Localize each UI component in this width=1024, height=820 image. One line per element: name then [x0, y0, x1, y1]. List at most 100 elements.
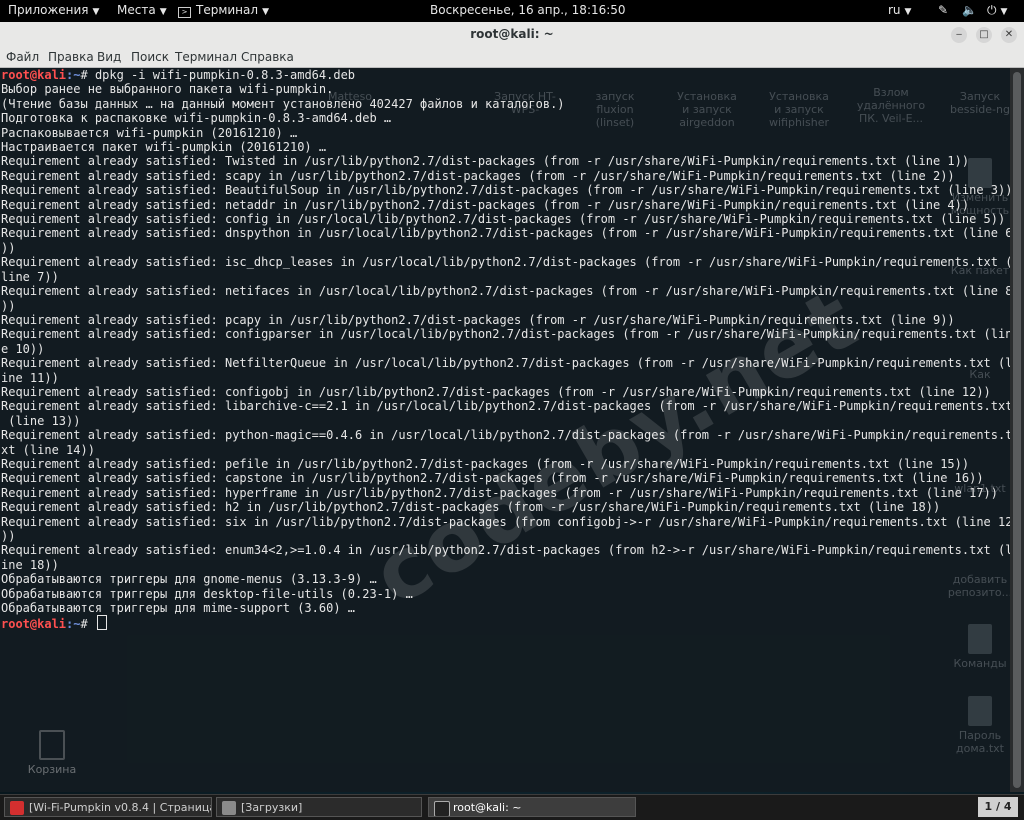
file-icon: [968, 696, 992, 726]
terminal-line: Настраивается пакет wifi-pumpkin (201612…: [1, 140, 327, 155]
prompt-symbol: #: [80, 617, 95, 632]
terminal-line: Распаковывается wifi-pumpkin (20161210) …: [1, 125, 298, 140]
terminal-line: Requirement already satisfied: pefile in…: [1, 456, 970, 471]
terminal-line: )): [1, 529, 16, 543]
places-label: Места: [117, 3, 156, 17]
terminal-output[interactable]: Matteso Запуск HT-WPS- запуск fluxion (l…: [0, 68, 1010, 792]
command-line: root@kali:~# dpkg -i wifi-pumpkin-0.8.3-…: [1, 68, 1010, 82]
terminal-line: xt (line 14)): [1, 442, 95, 457]
caret-down-icon: ▼: [159, 7, 167, 17]
terminal-scrollbar[interactable]: [1010, 68, 1024, 792]
prompt-path: :~: [66, 68, 81, 82]
terminal-line: Requirement already satisfied: six in /u…: [1, 514, 1010, 529]
taskbar-item-label: [Загрузки]: [241, 801, 303, 814]
taskbar-item-files[interactable]: [Загрузки]: [216, 797, 422, 817]
terminal-line: Requirement already satisfied: netifaces…: [1, 284, 1010, 299]
prompt-user: root@kali: [1, 617, 67, 632]
terminal-line: Выбор ранее не выбранного пакета wifi-pu…: [1, 82, 334, 97]
folder-icon: [222, 801, 236, 815]
command-text: dpkg -i wifi-pumpkin-0.8.3-amd64.deb: [94, 68, 356, 82]
prompt-path: :~: [66, 617, 81, 632]
minimize-button[interactable]: ‒: [951, 27, 967, 43]
terminal-icon: [434, 801, 450, 816]
trash-desktop-icon[interactable]: Корзина: [24, 730, 80, 776]
applications-menu[interactable]: Приложения ▼: [8, 3, 99, 17]
pencil-icon[interactable]: ✎: [938, 3, 948, 17]
top-panel: Приложения ▼ Места ▼ > Терминал ▼ Воскресень…: [0, 0, 1024, 22]
scrollbar-thumb[interactable]: [1013, 72, 1021, 788]
terminal-line: Обрабатываются триггеры для gnome-menus …: [1, 572, 377, 587]
terminal-line: (Чтение базы данных … на данный момент у…: [1, 96, 565, 111]
trash-label: Корзина: [27, 763, 77, 776]
terminal-line: Обрабатываются триггеры для desktop-file…: [1, 586, 413, 601]
caret-down-icon: ▼: [1000, 7, 1008, 17]
prompt-user: root@kali: [1, 68, 67, 82]
applications-label: Приложения: [8, 3, 89, 17]
terminal-cursor: [96, 615, 107, 631]
layout-label: ru: [888, 3, 901, 17]
terminal-line: Requirement already satisfied: Netfilter…: [1, 356, 1010, 371]
terminal-line: ine 18)): [1, 557, 59, 572]
taskbar-item-label: [Wi-Fi-Pumpkin v0.8.4 | Страница ...: [29, 801, 212, 814]
active-app-label: Терминал: [196, 3, 259, 17]
menu-file[interactable]: Файл: [6, 50, 39, 64]
taskbar-item-terminal[interactable]: root@kali: ~: [428, 797, 636, 817]
menu-bar: Файл Правка Вид Поиск Терминал Справка: [0, 48, 1024, 68]
terminal-line: Requirement already satisfied: netaddr i…: [1, 197, 970, 212]
caret-down-icon: ▼: [262, 7, 269, 17]
current-prompt: root@kali:~#: [1, 615, 1010, 631]
window-titlebar[interactable]: root@kali: ~ ‒ □ ✕: [0, 22, 1024, 49]
terminal-line: Requirement already satisfied: python-ma…: [1, 428, 1010, 443]
terminal-line: Requirement already satisfied: configobj…: [1, 384, 991, 399]
caret-down-icon: ▼: [904, 7, 912, 17]
power-icon[interactable]: ⏻ ▼: [987, 3, 1007, 18]
terminal-line: Requirement already satisfied: scapy in …: [1, 168, 955, 183]
desktop-file-icon: Пароль дома.txt: [945, 696, 1010, 755]
terminal-line: Requirement already satisfied: configpar…: [1, 327, 1010, 342]
desktop-icon-label: Пароль дома.txt: [955, 729, 1004, 755]
terminal-line: Requirement already satisfied: Twisted i…: [1, 154, 970, 169]
caret-down-icon: ▼: [92, 7, 100, 17]
terminal-line: Requirement already satisfied: Beautiful…: [1, 183, 1010, 198]
terminal-window[interactable]: root@kali: ~ ‒ □ ✕ Файл Правка Вид Поиск…: [0, 22, 1024, 792]
taskbar-item-label: root@kali: ~: [453, 801, 522, 814]
terminal-app-icon: >: [178, 7, 191, 18]
terminal-line: Requirement already satisfied: dnspython…: [1, 226, 1010, 241]
taskbar: [Wi-Fi-Pumpkin v0.8.4 | Страница ... [За…: [0, 794, 1024, 820]
menu-search[interactable]: Поиск: [131, 50, 169, 64]
menu-view[interactable]: Вид: [97, 50, 121, 64]
terminal-text: root@kali:~# dpkg -i wifi-pumpkin-0.8.3-…: [1, 68, 1010, 632]
terminal-line: e 10)): [1, 341, 45, 356]
terminal-line: )): [1, 298, 16, 313]
terminal-line: Requirement already satisfied: libarchiv…: [1, 399, 1010, 414]
terminal-line: Requirement already satisfied: config in…: [1, 212, 1006, 227]
terminal-line: )): [1, 240, 16, 255]
window-title: root@kali: ~: [470, 27, 554, 41]
terminal-line: Requirement already satisfied: enum34<2,…: [1, 543, 1010, 558]
volume-icon[interactable]: 🔈: [962, 3, 977, 17]
workspace-switcher[interactable]: 1 / 4: [978, 797, 1018, 817]
terminal-line: Requirement already satisfied: hyperfram…: [1, 485, 998, 500]
terminal-line: Обрабатываются триггеры для mime-support…: [1, 601, 356, 616]
terminal-line: Requirement already satisfied: capstone …: [1, 471, 984, 486]
keyboard-layout[interactable]: ru ▼: [888, 3, 911, 17]
terminal-line: ine 11)): [1, 370, 59, 385]
terminal-line: Подготовка к распаковке wifi-pumpkin-0.8…: [1, 111, 392, 126]
menu-edit[interactable]: Правка: [48, 50, 94, 64]
terminal-line: Requirement already satisfied: pcapy in …: [1, 312, 955, 327]
menu-help[interactable]: Справка: [241, 50, 294, 64]
terminal-line: (line 13)): [1, 413, 81, 428]
maximize-button[interactable]: □: [976, 27, 992, 43]
opera-icon: [10, 801, 24, 815]
desktop-icon-label: Команды: [953, 657, 1007, 670]
terminal-line: line 7)): [1, 269, 59, 284]
output-lines: Выбор ранее не выбранного пакета wifi-pu…: [1, 82, 1010, 615]
terminal-line: Requirement already satisfied: isc_dhcp_…: [1, 255, 1010, 270]
clock[interactable]: Воскресенье, 16 апр., 18:16:50: [430, 3, 626, 17]
prompt-symbol: #: [80, 68, 95, 82]
active-app-menu[interactable]: > Терминал ▼: [178, 3, 269, 18]
taskbar-item-browser[interactable]: [Wi-Fi-Pumpkin v0.8.4 | Страница ...: [4, 797, 212, 817]
menu-terminal[interactable]: Терминал: [175, 50, 237, 64]
close-button[interactable]: ✕: [1001, 27, 1017, 43]
places-menu[interactable]: Места ▼: [117, 3, 167, 17]
